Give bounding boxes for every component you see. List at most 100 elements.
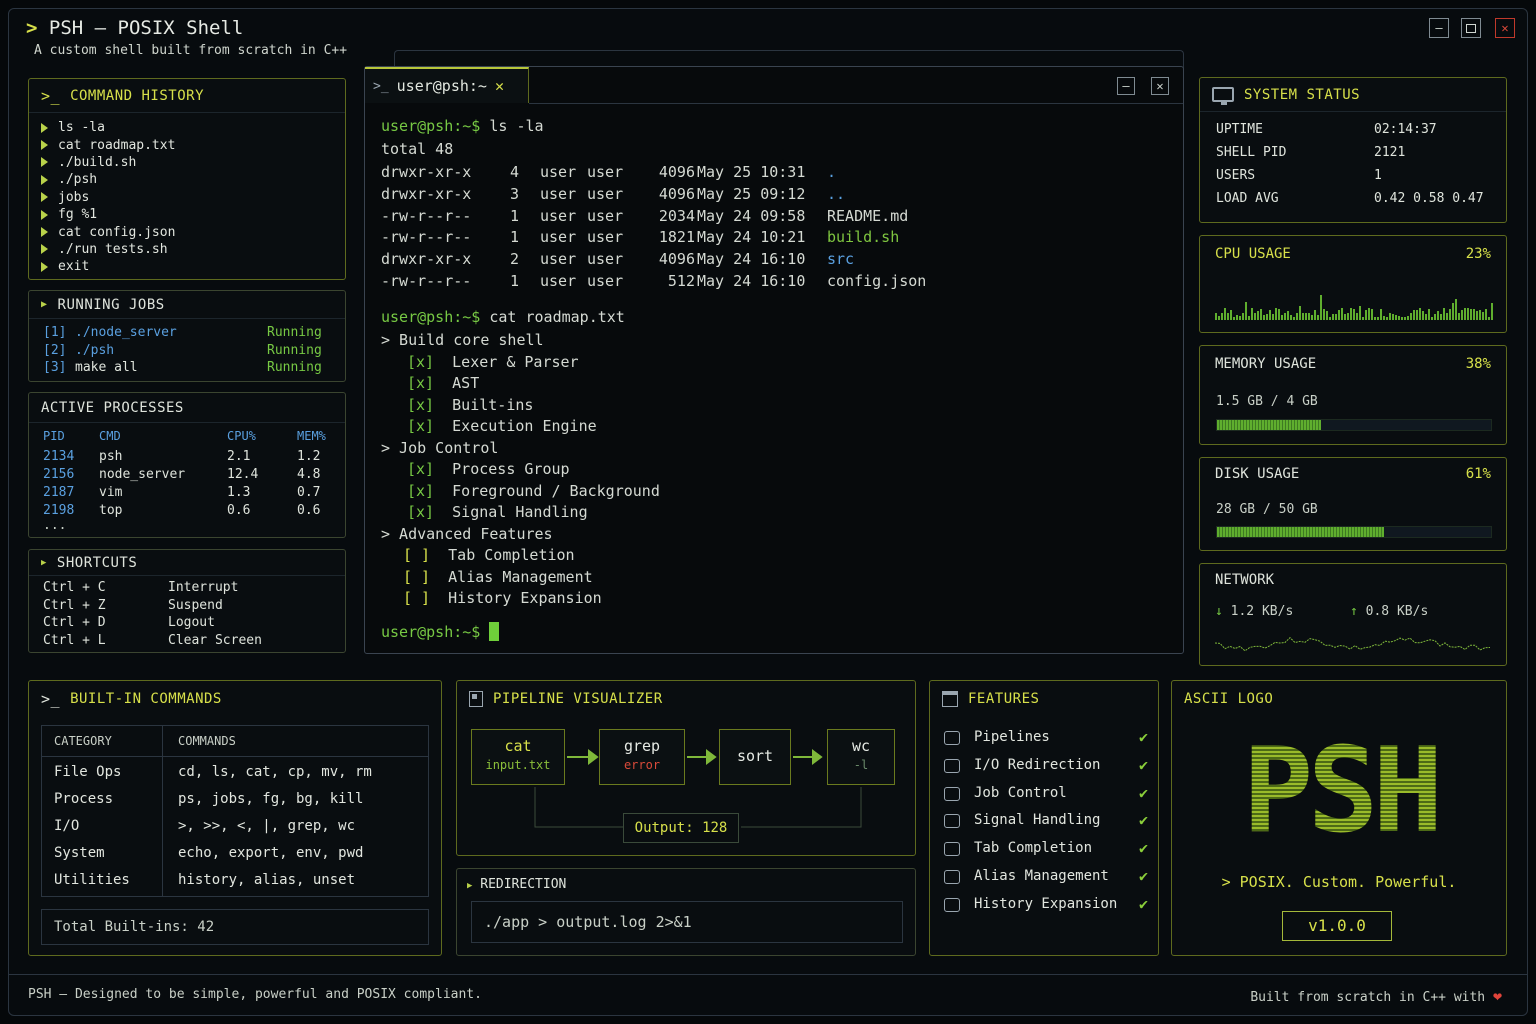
history-item[interactable]: jobs (41, 189, 175, 206)
roadmap-line: [ ] History Expansion (403, 589, 602, 607)
features-title: FEATURES (968, 691, 1040, 707)
total-builtins: Total Built-ins: 42 (41, 909, 429, 945)
expand-arrow-icon[interactable]: ▶ (41, 558, 47, 568)
command-history-panel: >_ COMMAND HISTORY ls -la cat roadmap.txt… (28, 78, 346, 280)
memory-usage-title: MEMORY USAGE (1215, 356, 1317, 372)
play-icon (41, 261, 48, 272)
feature-item: Signal Handling ✔ (944, 811, 1148, 840)
roadmap-line: > Advanced Features (381, 524, 553, 543)
terminal-window: >_ user@psh:~ ✕ — ✕ user@psh:~$ ls -la t… (364, 66, 1184, 654)
history-item[interactable]: exit (41, 258, 175, 275)
history-item[interactable]: ./psh (41, 171, 175, 188)
history-item[interactable]: cat config.json (41, 223, 175, 240)
ascii-logo-title: ASCII LOGO (1184, 691, 1274, 707)
status-row: LOAD AVG 0.42 0.58 0.47 (1216, 191, 1484, 206)
cpu-usage-sparkline (1215, 295, 1493, 320)
builtin-table: CATEGORY COMMANDS File Ops cd, ls, cat, c… (41, 725, 429, 897)
check-icon: ✔ (1138, 866, 1148, 885)
process-table-header: PID CMD CPU% MEM% (43, 429, 326, 443)
play-icon (41, 244, 48, 255)
cpu-usage-panel: CPU USAGE 23% (1199, 235, 1507, 333)
minimize-button[interactable]: — (1429, 18, 1449, 38)
job-row[interactable]: [2] ./psh Running (43, 343, 335, 361)
upload-arrow-icon: ↑ (1350, 604, 1358, 619)
ls-row: drwxr-xr-x 3 user user 4096 May 25 09:12.. (381, 184, 846, 203)
redirection-command[interactable]: ./app > output.log 2>&1 (471, 901, 903, 943)
shortcut-key: Ctrl + Z (43, 597, 106, 613)
unchecked-box: [ ] (403, 567, 431, 586)
memory-progress-bar (1216, 419, 1492, 431)
shortcut-row: Ctrl + Z Suspend (43, 598, 335, 616)
app-title-text: PSH — POSIX Shell (48, 17, 244, 39)
commands-header: COMMANDS (178, 734, 236, 748)
command-line-2: user@psh:~$ cat roadmap.txt (381, 308, 625, 326)
history-item[interactable]: cat roadmap.txt (41, 136, 175, 153)
history-item[interactable]: ls -la (41, 119, 175, 136)
history-item[interactable]: fg %1 (41, 206, 175, 223)
job-row[interactable]: [1] ./node_server Running (43, 325, 335, 343)
process-row[interactable]: 2134 psh 2.1 1.2 (43, 449, 335, 467)
active-processes-title: ACTIVE PROCESSES (41, 399, 184, 416)
running-jobs-title: RUNNING JOBS (57, 296, 165, 313)
job-row[interactable]: [3] make all Running (43, 360, 335, 378)
ascii-logo-header: ASCII LOGO (1172, 681, 1506, 717)
feature-list: Pipelines ✔ I/O Redirection ✔ Job Control ✔ Si… (944, 728, 1148, 924)
expand-arrow-icon[interactable]: ▶ (467, 881, 472, 891)
process-row[interactable]: 2187 vim 1.3 0.7 (43, 485, 335, 503)
terminal-close-button[interactable]: ✕ (1151, 77, 1169, 95)
system-status-header: SYSTEM STATUS (1200, 78, 1506, 112)
shortcut-row: Ctrl + D Logout (43, 615, 335, 633)
shortcut-action: Logout (168, 615, 215, 631)
check-icon: ✔ (1138, 894, 1148, 913)
checked-box: [x] (407, 503, 435, 521)
shortcut-key: Ctrl + L (43, 632, 106, 648)
footer-right: Built from scratch in C++ with ❤ (1250, 987, 1502, 1005)
unchecked-box: [ ] (403, 589, 431, 607)
terminal-icon: >_ (41, 690, 61, 708)
memory-usage-panel: MEMORY USAGE 38% 1.5 GB / 4 GB (1199, 345, 1507, 445)
shortcut-key: Ctrl + D (43, 615, 106, 631)
job-status: Running (267, 325, 322, 340)
cursor (489, 622, 500, 641)
shortcut-list: Ctrl + C Interrupt Ctrl + Z Suspend Ctrl + D… (43, 580, 335, 650)
command-line-3[interactable]: user@psh:~$ (381, 622, 500, 641)
close-tab-icon[interactable]: ✕ (495, 77, 504, 95)
download-arrow-icon: ↓ (1215, 604, 1223, 619)
feature-item: Tab Completion ✔ (944, 839, 1148, 868)
process-row[interactable]: 2156 node_server 12.4 4.8 (43, 467, 335, 485)
expand-arrow-icon[interactable]: ▶ (41, 299, 48, 310)
disk-usage-title: DISK USAGE (1215, 466, 1300, 482)
feature-item: I/O Redirection ✔ (944, 756, 1148, 785)
ascii-logo-panel: ASCII LOGO PSH > POSIX. Custom. Powerful… (1171, 680, 1507, 956)
disk-progress-bar (1216, 526, 1492, 538)
process-row[interactable]: 2198 top 0.6 0.6 (43, 503, 335, 521)
close-button[interactable]: ✕ (1495, 18, 1515, 38)
ls-row: -rw-r--r-- 1 user user 1821 May 24 10:21 build… (381, 228, 900, 247)
play-icon (41, 227, 48, 238)
feature-icon (944, 758, 960, 773)
terminal-tab[interactable]: >_ user@psh:~ ✕ (365, 67, 529, 103)
command-history-title: COMMAND HISTORY (70, 87, 204, 104)
feature-item: History Expansion ✔ (944, 894, 1148, 924)
monitor-icon (1212, 87, 1234, 105)
play-icon (41, 174, 48, 185)
feature-icon (944, 842, 960, 857)
checked-box: [x] (407, 481, 435, 500)
history-item[interactable]: ./run tests.sh (41, 241, 175, 258)
roadmap-line: [x] AST (407, 374, 480, 392)
system-status-panel: SYSTEM STATUS UPTIME 02:14:37 SHELL PID 212… (1199, 77, 1507, 223)
builtin-row: I/O >, >>, <, |, grep, wc (54, 818, 356, 834)
memory-usage-detail: 1.5 GB / 4 GB (1216, 394, 1318, 409)
feature-item: Job Control ✔ (944, 784, 1148, 813)
roadmap-line: > Job Control (381, 438, 499, 457)
network-panel: NETWORK ↓ 1.2 KB/s ↑ 0.8 KB/s (1199, 563, 1507, 666)
features-header: FEATURES (930, 681, 1158, 717)
history-item[interactable]: ./build.sh (41, 154, 175, 171)
feature-item: Pipelines ✔ (944, 728, 1148, 757)
maximize-button[interactable] (1461, 18, 1481, 38)
category-header: CATEGORY (54, 734, 112, 748)
pipeline-output: Output: 128 (623, 813, 739, 843)
more-processes: ... (43, 518, 67, 533)
terminal-minimize-button[interactable]: — (1117, 77, 1135, 95)
builtin-row: Process ps, jobs, fg, bg, kill (54, 791, 364, 807)
